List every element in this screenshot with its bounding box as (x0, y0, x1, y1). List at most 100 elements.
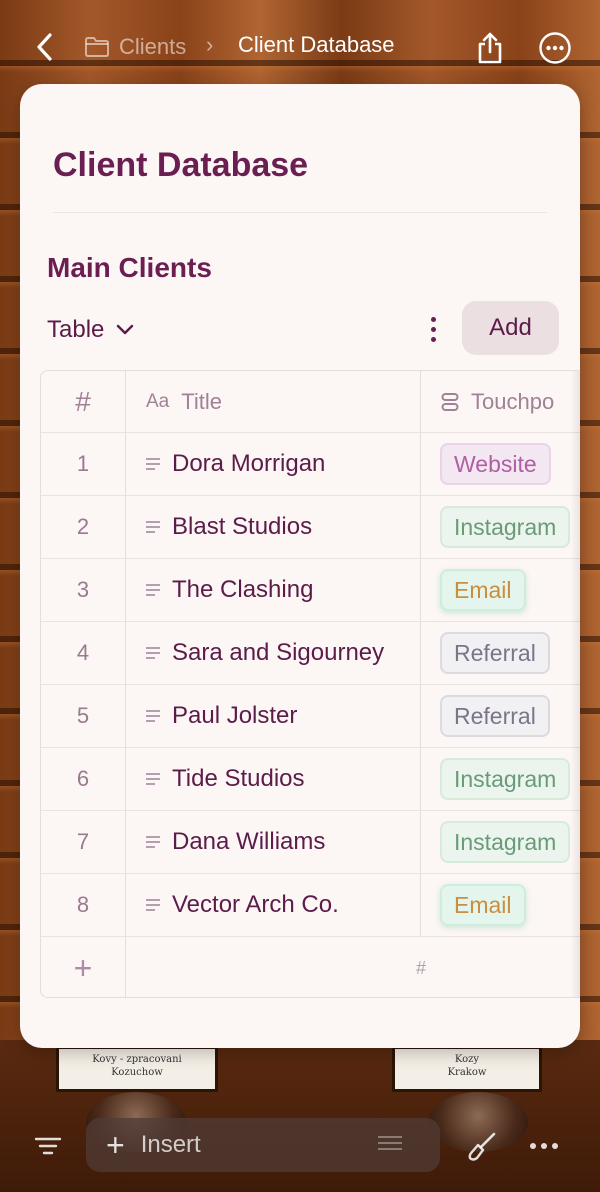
touchpoint-tag: Email (440, 884, 526, 926)
add-button[interactable]: Add (462, 301, 559, 355)
page-lines-icon (146, 521, 160, 533)
breadcrumb-parent[interactable]: Clients (84, 32, 186, 62)
row-number: 3 (41, 559, 126, 621)
chevron-down-icon (117, 324, 134, 335)
page-lines-icon (146, 836, 160, 848)
header-number[interactable]: # (41, 371, 126, 432)
background-label-right: Kozy Krakow (392, 1046, 542, 1092)
breadcrumb-parent-label: Clients (119, 34, 187, 59)
row-title-cell[interactable]: Blast Studios (126, 496, 421, 558)
header-number-label: # (75, 385, 91, 417)
add-row-button[interactable]: + (41, 937, 126, 997)
row-title-cell[interactable]: Sara and Sigourney (126, 622, 421, 684)
page-lines-icon (146, 773, 160, 785)
more-circle-icon (539, 32, 571, 64)
format-brush-button[interactable] (464, 1128, 500, 1164)
view-selector[interactable]: Table (47, 316, 134, 344)
section-title: Main Clients (47, 252, 212, 283)
folder-icon (85, 37, 109, 57)
clients-table: # Aa Title Touchpo 1 Dora Morrigan Website… (40, 370, 580, 998)
row-touchpoint-cell[interactable]: Referral (421, 685, 580, 747)
row-title: Paul Jolster (172, 702, 298, 729)
row-touchpoint-cell[interactable]: Email (421, 874, 580, 936)
table-row[interactable]: 6 Tide Studios Instagram (41, 748, 580, 811)
row-title: Tide Studios (172, 765, 305, 792)
row-touchpoint-cell[interactable]: Instagram (421, 748, 580, 810)
outline-icon (34, 1137, 62, 1155)
chevron-left-icon (37, 33, 52, 61)
back-button[interactable] (30, 30, 58, 64)
share-button[interactable] (470, 28, 510, 68)
touchpoint-tag: Instagram (440, 821, 571, 863)
header-title-label: Title (181, 388, 222, 414)
kebab-dot (430, 316, 436, 322)
page-lines-icon (146, 710, 160, 722)
table-header-row: # Aa Title Touchpo (41, 371, 580, 433)
touchpoint-tag: Instagram (440, 758, 571, 800)
header-title[interactable]: Aa Title (126, 371, 421, 432)
insert-placeholder: Insert (140, 1131, 201, 1158)
table-scroll-fade (570, 371, 580, 997)
row-title: Blast Studios (172, 513, 313, 540)
row-title: Sara and Sigourney (172, 639, 385, 666)
table-row[interactable]: 7 Dana Williams Instagram (41, 811, 580, 874)
select-type-icon (441, 392, 459, 411)
row-title: Dora Morrigan (172, 450, 326, 477)
title-divider (53, 212, 547, 213)
share-icon (478, 32, 502, 64)
row-title-cell[interactable]: Dana Williams (126, 811, 421, 873)
page-lines-icon (146, 899, 160, 911)
table-row[interactable]: 8 Vector Arch Co. Email (41, 874, 580, 937)
kebab-dot (430, 336, 436, 342)
background-label-left: Kovy - zpracovani Kozuchow (56, 1046, 218, 1092)
add-row[interactable]: + # (41, 937, 580, 997)
row-title: Dana Williams (172, 828, 326, 855)
row-title-cell[interactable]: Tide Studios (126, 748, 421, 810)
insert-input[interactable]: + Insert (86, 1118, 440, 1172)
more-options-button[interactable] (535, 28, 575, 68)
row-title: Vector Arch Co. (172, 891, 339, 918)
add-row-hash: # (415, 958, 426, 978)
paintbrush-icon (468, 1132, 496, 1161)
document-card: Client Database Main Clients Table Add #… (20, 84, 580, 1048)
header-touchpoint[interactable]: Touchpo (421, 371, 580, 432)
kebab-dot (430, 326, 436, 332)
touchpoint-tag: Email (440, 569, 526, 611)
table-row[interactable]: 1 Dora Morrigan Website (41, 433, 580, 496)
table-row[interactable]: 5 Paul Jolster Referral (41, 685, 580, 748)
more-toolbar-button[interactable] (526, 1128, 562, 1164)
touchpoint-tag: Referral (440, 695, 550, 737)
outline-button[interactable] (30, 1128, 66, 1164)
touchpoint-tag: Instagram (440, 506, 571, 548)
page-title: Client Database (53, 146, 309, 184)
plus-icon: + (106, 1127, 125, 1163)
table-row[interactable]: 3 The Clashing Email (41, 559, 580, 622)
row-title-cell[interactable]: Paul Jolster (126, 685, 421, 747)
drag-handle-icon[interactable] (378, 1136, 402, 1150)
touchpoint-tag: Website (440, 443, 551, 485)
row-touchpoint-cell[interactable]: Website (421, 433, 580, 495)
page-lines-icon (146, 647, 160, 659)
row-number: 4 (41, 622, 126, 684)
row-touchpoint-cell[interactable]: Email (421, 559, 580, 621)
row-touchpoint-cell[interactable]: Instagram (421, 811, 580, 873)
row-touchpoint-cell[interactable]: Referral (421, 622, 580, 684)
row-title-cell[interactable]: Dora Morrigan (126, 433, 421, 495)
row-number: 1 (41, 433, 126, 495)
row-number: 7 (41, 811, 126, 873)
row-number: 8 (41, 874, 126, 936)
row-title-cell[interactable]: Vector Arch Co. (126, 874, 421, 936)
ellipsis-icon (530, 1143, 558, 1149)
page-lines-icon (146, 458, 160, 470)
row-number: 5 (41, 685, 126, 747)
row-title-cell[interactable]: The Clashing (126, 559, 421, 621)
breadcrumb-current: Client Database (238, 32, 395, 57)
row-touchpoint-cell[interactable]: Instagram (421, 496, 580, 558)
breadcrumb-separator: › (206, 32, 214, 57)
top-navigation-bar: Clients › Client Database (0, 0, 600, 92)
table-row[interactable]: 4 Sara and Sigourney Referral (41, 622, 580, 685)
table-options-button[interactable] (420, 314, 446, 344)
page-lines-icon (146, 584, 160, 596)
view-selector-label: Table (47, 316, 105, 343)
table-row[interactable]: 2 Blast Studios Instagram (41, 496, 580, 559)
